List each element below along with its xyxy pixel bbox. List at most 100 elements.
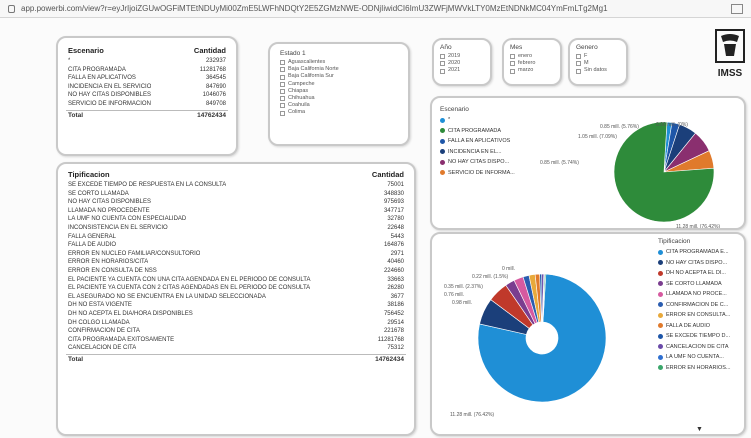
checkbox-icon[interactable]	[440, 68, 445, 74]
checkbox-icon[interactable]	[280, 103, 285, 109]
tipificacion-row[interactable]: CONFIRMACION DE CITA 221678	[66, 327, 406, 336]
tipificacion-row[interactable]: DH NO ACEPTA EL DIA/HORA DISPONIBLES 7564…	[66, 310, 406, 319]
tipificacion-row[interactable]: EL ASEGURADO NO SE ENCUENTRA EN LA UNIDA…	[66, 293, 406, 302]
tipificacion-legend-item[interactable]: ERROR EN CONSULTA...	[658, 310, 744, 321]
mes-option[interactable]: marzo	[510, 67, 554, 74]
tipificacion-legend-label: SE EXCEDE TIEMPO D...	[666, 333, 731, 339]
estado-option[interactable]: Baja California Sur	[280, 73, 398, 80]
tipificacion-legend-item[interactable]: LLAMADA NO PROCE...	[658, 289, 744, 300]
tipificacion-row[interactable]: ERROR EN CONSULTA DE NSS 224660	[66, 267, 406, 276]
tipificacion-row-label: INCONSISTENCIA EN EL SERVICIO	[68, 224, 168, 231]
tipificacion-legend-item[interactable]: SE CORTO LLAMADA	[658, 279, 744, 290]
tipificacion-row[interactable]: FALLA DE AUDIO 164876	[66, 241, 406, 250]
tipificacion-row[interactable]: EL PACIENTE YA CUENTA CON 2 CITAS AGENDA…	[66, 284, 406, 293]
checkbox-icon[interactable]	[280, 60, 285, 66]
genero-option[interactable]: M	[576, 60, 620, 67]
escenario-row[interactable]: FALLA EN APLICATIVOS 364545	[66, 74, 228, 83]
anio-option-label: 2019	[448, 53, 461, 59]
tipificacion-row[interactable]: EL PACIENTE YA CUENTA CON UNA CITA AGEND…	[66, 276, 406, 285]
svg-text:IMSS: IMSS	[718, 68, 743, 79]
tipificacion-legend-item[interactable]: ERROR EN HORARIOS...	[658, 363, 744, 374]
tipificacion-row[interactable]: ERROR EN NUCLEO FAMILIAR/CONSULTORIO 2971	[66, 250, 406, 259]
escenario-row[interactable]: SERVICIO DE INFORMACION 849708	[66, 100, 228, 109]
tipificacion-legend-item[interactable]: CONFIRMACION DE C...	[658, 300, 744, 311]
tipificacion-legend-item[interactable]: CANCELACION DE CITA	[658, 342, 744, 353]
mes-slicer[interactable]: Mes enero febrero marzo	[502, 38, 562, 86]
genero-slicer[interactable]: Genero F M Sin datos	[568, 38, 628, 86]
tipificacion-row[interactable]: CITA PROGRAMADA EXITOSAMENTE 11281768	[66, 336, 406, 345]
tipificacion-row[interactable]: SE CORTO LLAMADA 348830	[66, 190, 406, 199]
tipificacion-row-value: 348830	[383, 190, 404, 197]
escenario-row[interactable]: NO HAY CITAS DISPONIBLES 1046076	[66, 91, 228, 100]
estado-option[interactable]: Baja California Norte	[280, 66, 398, 73]
anio-option[interactable]: 2021	[440, 67, 484, 74]
estado-option[interactable]: Chiapas	[280, 88, 398, 95]
mes-option[interactable]: enero	[510, 53, 554, 60]
checkbox-icon[interactable]	[280, 81, 285, 87]
cantidad-column-header[interactable]: Cantidad	[194, 46, 226, 55]
estado-option[interactable]: Campeche	[280, 81, 398, 88]
estado-option[interactable]: Colima	[280, 109, 398, 116]
tipificacion-row[interactable]: DH NO ESTA VIGENTE 38186	[66, 301, 406, 310]
legend-scroll-down-icon[interactable]: ▼	[696, 426, 703, 433]
escenario-row-value: 849708	[205, 100, 226, 107]
checkbox-icon[interactable]	[510, 54, 515, 60]
dashboard: IMSS Escenario Cantidad * 232937 CITA PROG…	[0, 18, 751, 438]
genero-option-label: M	[584, 60, 589, 67]
mes-option[interactable]: febrero	[510, 60, 554, 67]
browser-address-bar[interactable]: app.powerbi.com/view?r=eyJrIjoiZGUwOGFiM…	[0, 0, 751, 18]
genero-option-label: F	[584, 53, 588, 59]
tipificacion-row[interactable]: SE EXCEDE TIEMPO DE RESPUESTA EN LA CONS…	[66, 181, 406, 190]
tipificacion-row[interactable]: LLAMADA NO PROCEDENTE 347717	[66, 207, 406, 216]
tipificacion-cantidad-column-header[interactable]: Cantidad	[372, 170, 404, 179]
anio-slicer[interactable]: Año 2019 2020 2021	[432, 38, 492, 86]
escenario-pie-data-label: 11.28 mill. (76.42%)	[676, 224, 720, 230]
escenario-row[interactable]: * 232937	[66, 57, 228, 66]
tipificacion-legend-label: DH NO ACEPTA EL DI...	[666, 270, 726, 276]
escenario-row[interactable]: CITA PROGRAMADA 11281768	[66, 66, 228, 75]
tipificacion-total-label: Total	[68, 355, 84, 363]
tipificacion-legend-label: ERROR EN HORARIOS...	[666, 364, 731, 371]
tipificacion-legend-item[interactable]: CITA PROGRAMADA E...	[658, 247, 744, 258]
checkbox-icon[interactable]	[440, 61, 445, 67]
checkbox-icon[interactable]	[576, 61, 581, 67]
tipificacion-column-header[interactable]: Tipificacion	[68, 170, 110, 179]
legend-dot-icon	[658, 312, 663, 318]
tipificacion-row[interactable]: FALLA GENERAL 5443	[66, 233, 406, 242]
anio-option[interactable]: 2019	[440, 53, 484, 60]
checkbox-icon[interactable]	[576, 68, 581, 74]
tipificacion-legend-item[interactable]: LA UMF NO CUENTA...	[658, 352, 744, 363]
checkbox-icon[interactable]	[576, 54, 581, 60]
checkbox-icon[interactable]	[440, 54, 445, 60]
checkbox-icon[interactable]	[510, 68, 515, 74]
tipificacion-legend-item[interactable]: SE EXCEDE TIEMPO D...	[658, 331, 744, 342]
checkbox-icon[interactable]	[280, 88, 285, 94]
estado-option[interactable]: Aguascalientes	[280, 59, 398, 66]
checkbox-icon[interactable]	[280, 110, 285, 116]
external-link-icon[interactable]	[731, 3, 743, 14]
estado-option[interactable]: Coahuila	[280, 102, 398, 109]
checkbox-icon[interactable]	[280, 96, 285, 102]
estado-option[interactable]: Chihuahua	[280, 95, 398, 102]
escenario-row[interactable]: INCIDENCIA EN EL SERVICIO 847690	[66, 83, 228, 92]
tipificacion-row[interactable]: LA UMF NO CUENTA CON ESPECIALIDAD 32780	[66, 215, 406, 224]
estado-slicer[interactable]: Estado 1 Aguascalientes Baja California N…	[268, 42, 410, 146]
checkbox-icon[interactable]	[510, 61, 515, 67]
genero-option[interactable]: F	[576, 53, 620, 60]
tipificacion-row[interactable]: DH COLGO LLAMADA 29514	[66, 319, 406, 328]
tipificacion-row-label: ERROR EN CONSULTA DE NSS	[68, 267, 157, 274]
tipificacion-row[interactable]: CANCELACION DE CITA 75312	[66, 344, 406, 353]
tipificacion-row[interactable]: ERROR EN HORARIOS/CITA 40460	[66, 258, 406, 267]
checkbox-icon[interactable]	[280, 74, 285, 80]
url-text[interactable]: app.powerbi.com/view?r=eyJrIjoiZGUwOGFiM…	[21, 4, 725, 13]
escenario-column-header[interactable]: Escenario	[68, 46, 104, 55]
tipificacion-legend-item[interactable]: FALLA DE AUDIO	[658, 321, 744, 332]
tipificacion-row[interactable]: INCONSISTENCIA EN EL SERVICIO 22648	[66, 224, 406, 233]
genero-option[interactable]: Sin datos	[576, 67, 620, 74]
tipificacion-row[interactable]: NO HAY CITAS DISPONIBLES 975693	[66, 198, 406, 207]
tipificacion-legend-item[interactable]: NO HAY CITAS DISPO...	[658, 258, 744, 269]
anio-option[interactable]: 2020	[440, 60, 484, 67]
tipificacion-legend-item[interactable]: DH NO ACEPTA EL DI...	[658, 268, 744, 279]
escenario-pie-chart[interactable]: 0.85 mill. (5.76%) 1.05 mill. (7.09%) 0.00…	[432, 98, 746, 230]
checkbox-icon[interactable]	[280, 67, 285, 73]
